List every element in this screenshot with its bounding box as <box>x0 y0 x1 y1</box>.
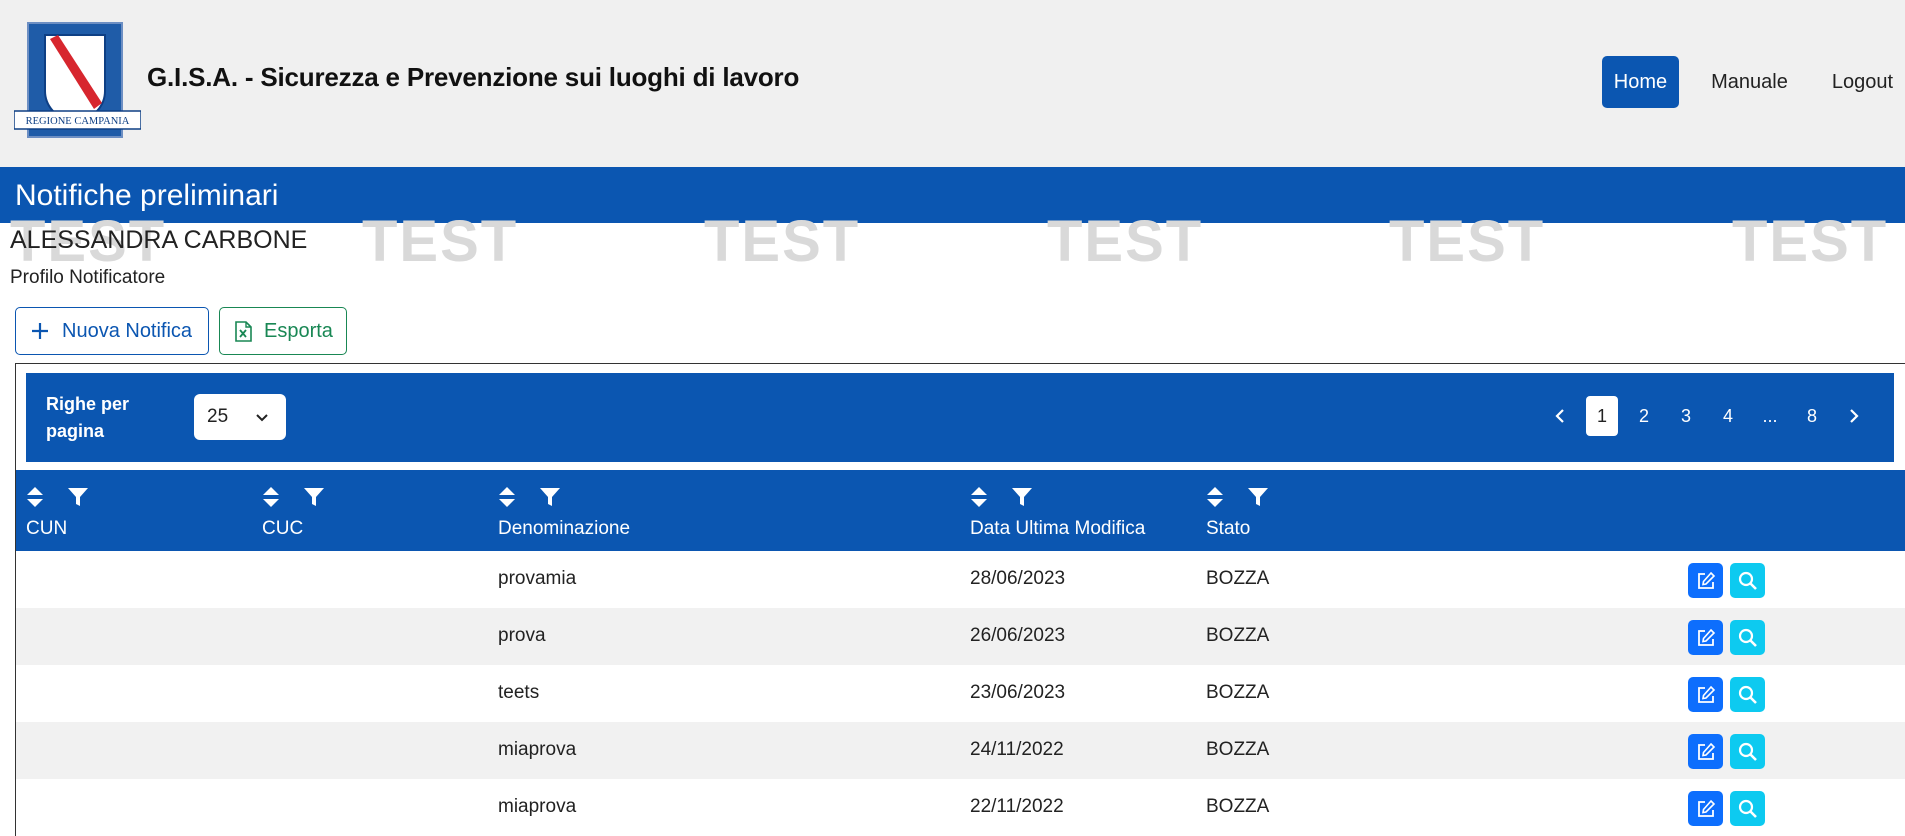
chevron-right-icon <box>1850 409 1859 423</box>
cell-data: 22/11/2022 <box>970 796 1064 817</box>
cell-denominazione: miaprova <box>498 739 577 760</box>
nav-manual-link[interactable]: Manuale <box>1699 56 1800 108</box>
sort-icon[interactable] <box>262 486 280 508</box>
cell-denominazione: miaprova <box>498 796 577 817</box>
user-profile: Profilo Notificatore <box>10 267 166 288</box>
test-watermark: TEST <box>1732 209 1889 274</box>
page-button-4[interactable]: 4 <box>1712 396 1744 436</box>
sort-icon[interactable] <box>970 486 988 508</box>
table-row: provamia 28/06/2023 BOZZA <box>16 551 1905 608</box>
app-title: G.I.S.A. - Sicurezza e Prevenzione sui l… <box>147 62 800 92</box>
table-row: miaprova 22/11/2022 BOZZA <box>16 779 1905 836</box>
column-label: CUN <box>26 518 68 539</box>
filter-icon[interactable] <box>1011 486 1033 508</box>
test-watermark: TEST <box>1389 209 1546 274</box>
table-row: teets 23/06/2023 BOZZA <box>16 665 1905 722</box>
view-button[interactable] <box>1730 677 1765 712</box>
page-button-8[interactable]: 8 <box>1796 396 1828 436</box>
test-watermark: TEST <box>362 209 519 274</box>
pagination-bar: Righe per pagina 25 1 2 3 4 ... 8 <box>26 373 1894 462</box>
search-icon <box>1738 571 1757 590</box>
table-row: miaprova 24/11/2022 BOZZA <box>16 722 1905 779</box>
svg-text:REGIONE CAMPANIA: REGIONE CAMPANIA <box>26 116 130 127</box>
rows-per-page-value: 25 <box>207 406 229 427</box>
cell-denominazione: teets <box>498 682 540 703</box>
edit-icon <box>1697 799 1715 817</box>
cell-data: 24/11/2022 <box>970 739 1064 760</box>
sort-icon[interactable] <box>26 486 44 508</box>
export-label: Esporta <box>264 319 333 342</box>
edit-icon <box>1697 628 1715 646</box>
filter-icon[interactable] <box>303 486 325 508</box>
page-ellipsis: ... <box>1762 406 1778 426</box>
edit-button[interactable] <box>1688 734 1723 769</box>
view-button[interactable] <box>1730 791 1765 826</box>
previous-page-button[interactable] <box>1544 396 1576 436</box>
chevron-left-icon <box>1555 409 1564 423</box>
cell-stato: BOZZA <box>1206 568 1270 589</box>
search-icon <box>1738 799 1757 818</box>
view-button[interactable] <box>1730 734 1765 769</box>
sort-icon[interactable] <box>498 486 516 508</box>
page-button-1[interactable]: 1 <box>1586 396 1618 436</box>
nav-logout-link[interactable]: Logout <box>1820 56 1905 108</box>
edit-button[interactable] <box>1688 620 1723 655</box>
edit-icon <box>1697 685 1715 703</box>
next-page-button[interactable] <box>1838 396 1870 436</box>
cell-stato: BOZZA <box>1206 625 1270 646</box>
cell-stato: BOZZA <box>1206 739 1270 760</box>
regione-campania-logo: REGIONE CAMPANIA <box>14 22 141 138</box>
column-label: CUC <box>262 518 304 539</box>
page-title-bar: Notifiche preliminari <box>0 167 1905 223</box>
cell-data: 26/06/2023 <box>970 625 1066 646</box>
edit-icon <box>1697 742 1715 760</box>
app-header: REGIONE CAMPANIA G.I.S.A. - Sicurezza e … <box>0 0 1905 167</box>
table-header: CUN CUC Denominazione Data Ultima Modifi… <box>16 470 1905 551</box>
page-button-2[interactable]: 2 <box>1628 396 1660 436</box>
excel-file-icon <box>234 320 252 342</box>
cell-denominazione: provamia <box>498 568 577 589</box>
filter-icon[interactable] <box>539 486 561 508</box>
view-button[interactable] <box>1730 620 1765 655</box>
export-button[interactable]: Esporta <box>219 307 347 355</box>
table-row: prova 26/06/2023 BOZZA <box>16 608 1905 665</box>
edit-icon <box>1697 571 1715 589</box>
cell-denominazione: prova <box>498 625 546 646</box>
column-label: Stato <box>1206 518 1251 539</box>
column-label: Denominazione <box>498 518 631 539</box>
cell-stato: BOZZA <box>1206 682 1270 703</box>
test-watermark: TEST <box>704 209 861 274</box>
column-label: Data Ultima Modifica <box>970 518 1146 539</box>
new-notification-label: Nuova Notifica <box>62 319 193 342</box>
plus-icon <box>30 321 50 341</box>
rows-per-page-select[interactable]: 25 <box>194 394 286 440</box>
sort-icon[interactable] <box>1206 486 1224 508</box>
nav-home-link[interactable]: Home <box>1601 56 1680 108</box>
cell-stato: BOZZA <box>1206 796 1270 817</box>
new-notification-button[interactable]: Nuova Notifica <box>15 307 209 355</box>
cell-data: 28/06/2023 <box>970 568 1066 589</box>
view-button[interactable] <box>1730 563 1765 598</box>
pagination: 1 2 3 4 ... 8 <box>1534 396 1870 436</box>
search-icon <box>1738 685 1757 704</box>
cell-data: 23/06/2023 <box>970 682 1066 703</box>
chevron-down-icon <box>254 409 270 431</box>
search-icon <box>1738 742 1757 761</box>
edit-button[interactable] <box>1688 677 1723 712</box>
page-button-3[interactable]: 3 <box>1670 396 1702 436</box>
filter-icon[interactable] <box>1247 486 1269 508</box>
rows-per-page-label: Righe per pagina <box>46 394 130 441</box>
user-name: ALESSANDRA CARBONE <box>10 226 308 254</box>
search-icon <box>1738 628 1757 647</box>
filter-icon[interactable] <box>67 486 89 508</box>
edit-button[interactable] <box>1688 563 1723 598</box>
test-watermark: TEST <box>1047 209 1204 274</box>
top-nav: Home Manuale Logout <box>1601 56 1905 108</box>
edit-button[interactable] <box>1688 791 1723 826</box>
